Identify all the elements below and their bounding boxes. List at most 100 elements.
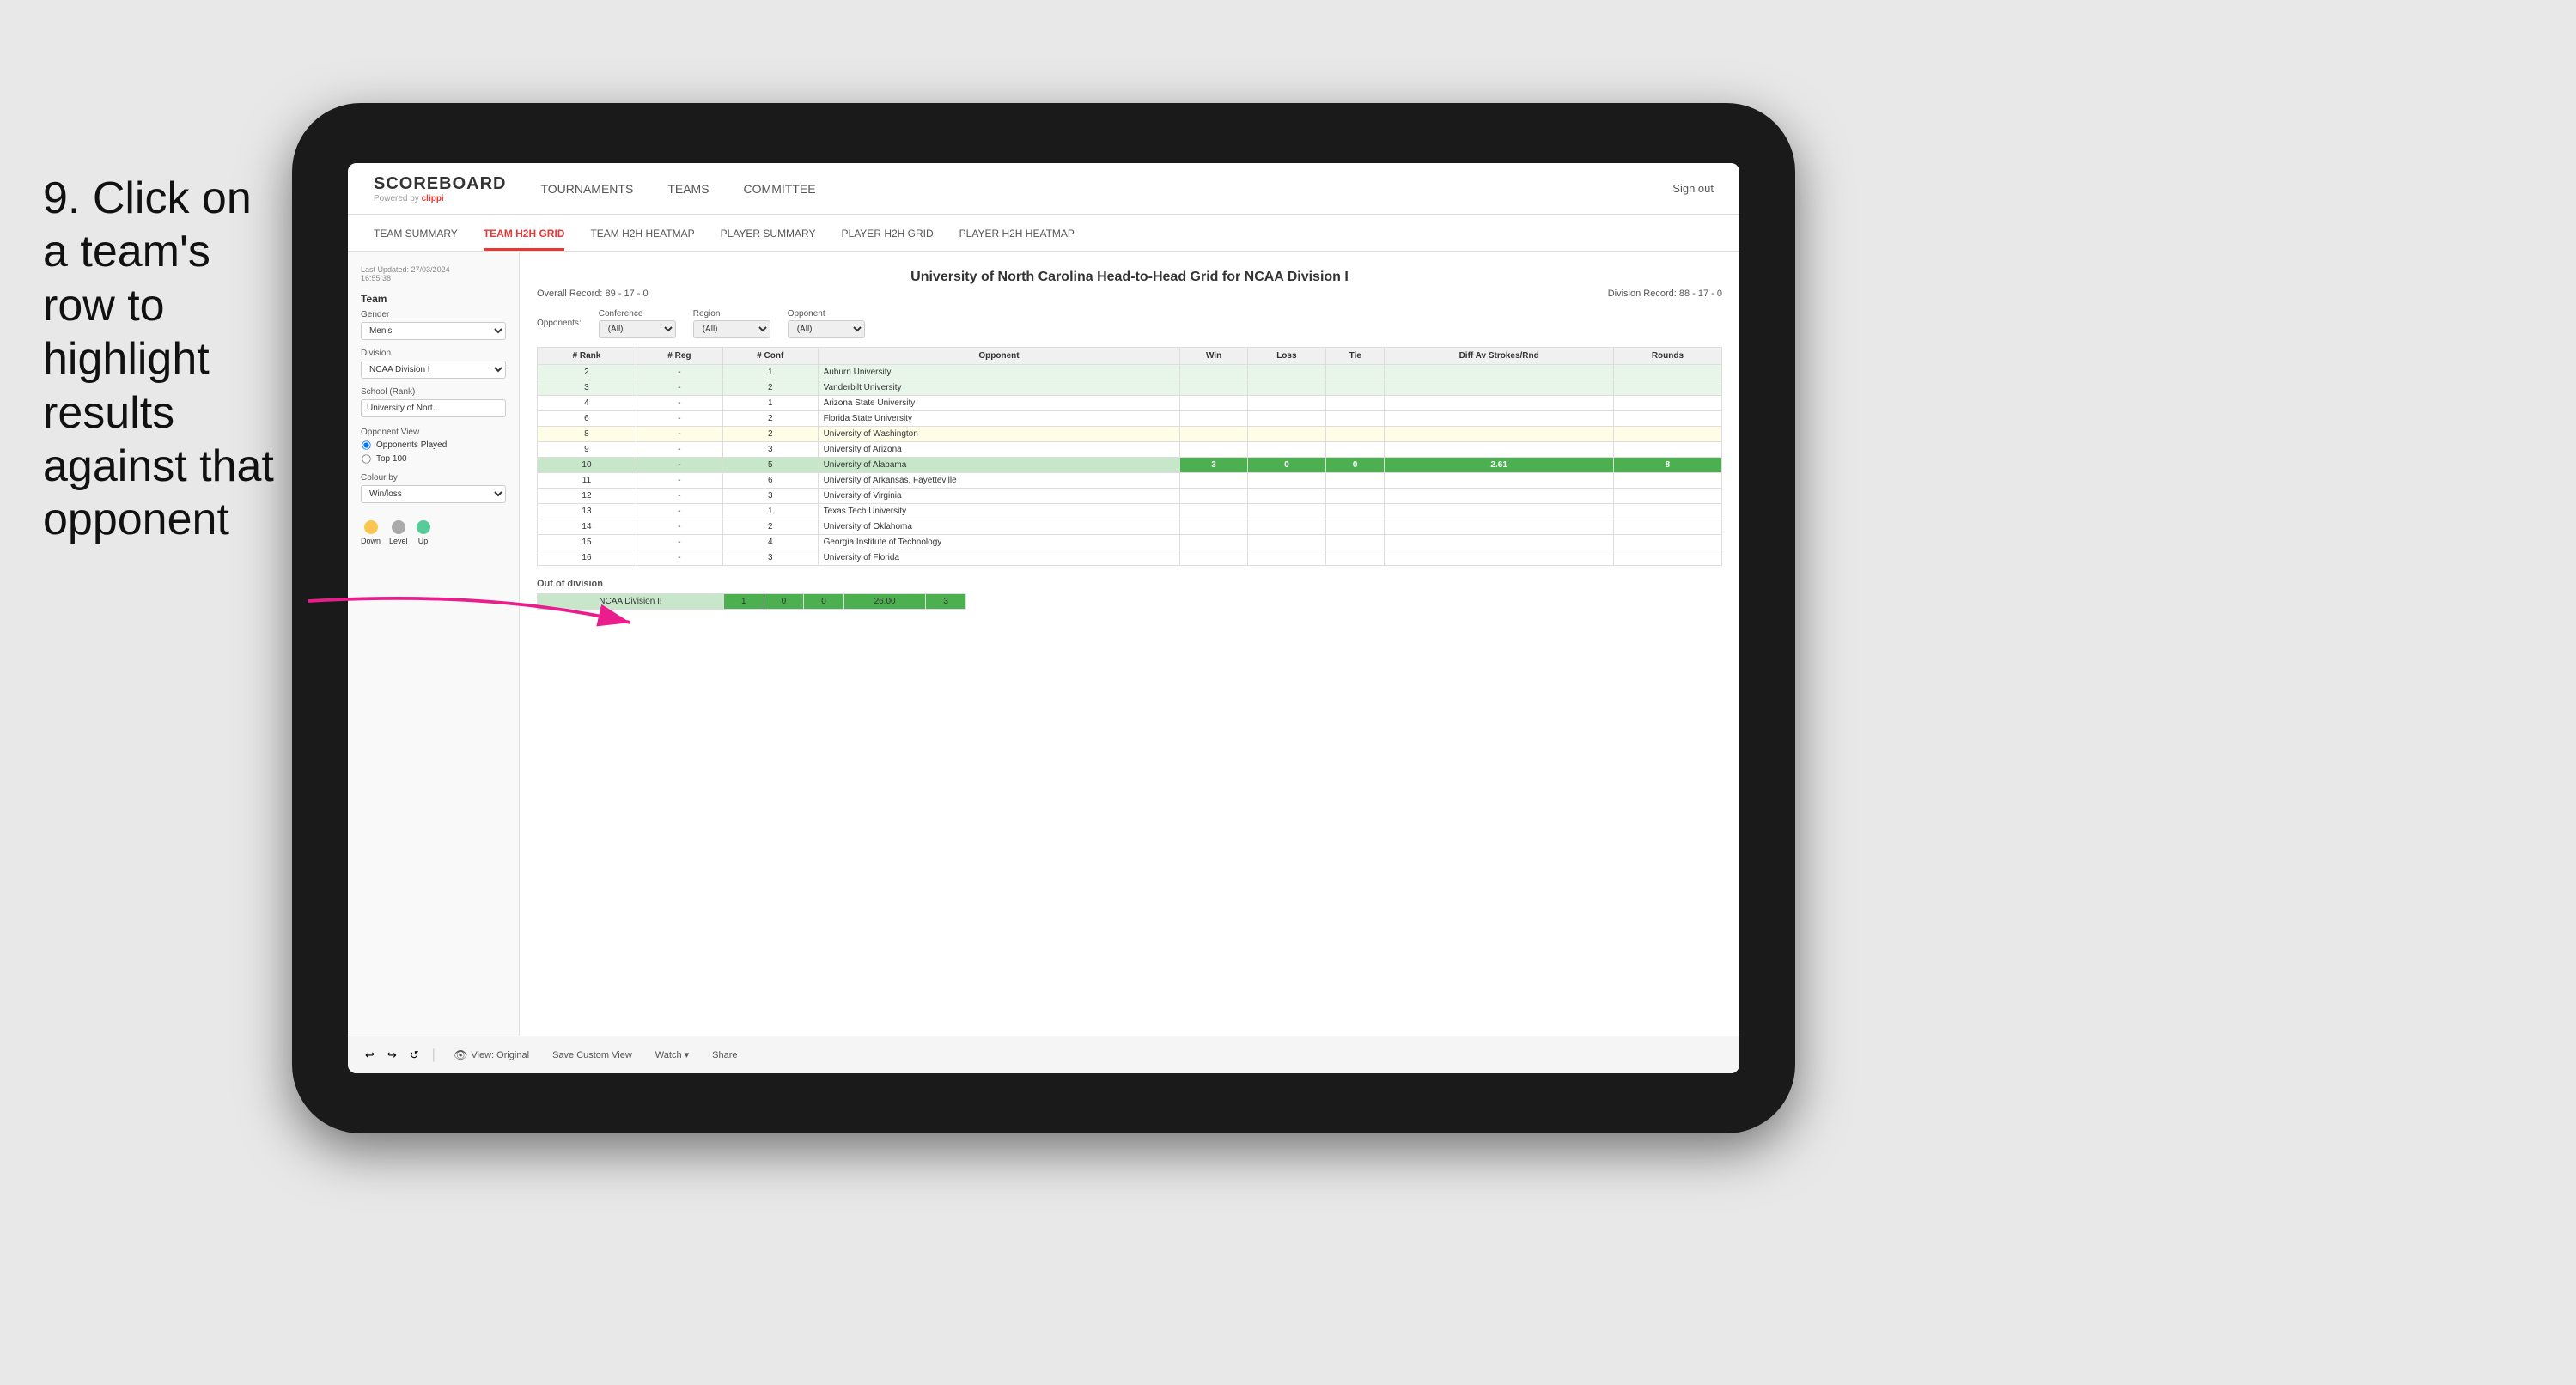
table-row[interactable]: 8-2University of Washington	[538, 427, 1722, 442]
cell-tie	[1325, 519, 1384, 535]
cell-rank: 13	[538, 504, 636, 519]
cell-diff: 2.61	[1385, 458, 1613, 473]
table-row[interactable]: 10-5University of Alabama3002.618	[538, 458, 1722, 473]
th-conf: # Conf	[722, 348, 818, 365]
cell-loss	[1247, 365, 1325, 380]
radio-input-opponents-played[interactable]	[362, 440, 370, 449]
th-opponent-label: Opponent	[978, 351, 1019, 361]
cell-tie	[1325, 550, 1384, 566]
table-row[interactable]: 6-2Florida State University	[538, 411, 1722, 427]
region-filter-select[interactable]: (All)	[693, 320, 770, 338]
cell-reg: -	[636, 489, 722, 504]
table-row[interactable]: 9-3University of Arizona	[538, 442, 1722, 458]
sub-nav-player-h2h-grid[interactable]: PLAYER H2H GRID	[842, 228, 934, 251]
table-row[interactable]: 2-1Auburn University	[538, 365, 1722, 380]
sub-nav-player-h2h-heatmap[interactable]: PLAYER H2H HEATMAP	[959, 228, 1075, 251]
legend-label-level: Level	[389, 537, 408, 545]
opponent-filter-select[interactable]: (All)	[788, 320, 865, 338]
table-row[interactable]: 13-1Texas Tech University	[538, 504, 1722, 519]
cell-reg: -	[636, 427, 722, 442]
table-row[interactable]: 11-6University of Arkansas, Fayetteville	[538, 473, 1722, 489]
radio-top-100[interactable]: Top 100	[361, 453, 506, 465]
cell-win	[1180, 519, 1247, 535]
save-custom-view-btn[interactable]: Save Custom View	[547, 1048, 637, 1063]
cell-tie	[1325, 411, 1384, 427]
table-row[interactable]: 15-4Georgia Institute of Technology	[538, 535, 1722, 550]
cell-rank: 2	[538, 365, 636, 380]
cell-opponent: University of Virginia	[818, 489, 1180, 504]
out-of-division-row[interactable]: NCAA Division II 1 0 0 26.00 3	[538, 594, 966, 610]
cell-loss	[1247, 380, 1325, 396]
cell-rank: 10	[538, 458, 636, 473]
grid-area: University of North Carolina Head-to-Hea…	[520, 252, 1739, 1036]
cell-reg: -	[636, 535, 722, 550]
cell-win	[1180, 411, 1247, 427]
table-row[interactable]: 14-2University of Oklahoma	[538, 519, 1722, 535]
cell-tie	[1325, 427, 1384, 442]
brand-name: clippi	[422, 194, 444, 203]
region-filter-label: Region	[693, 309, 770, 319]
legend-down: Down	[361, 520, 381, 545]
table-row[interactable]: 12-3University of Virginia	[538, 489, 1722, 504]
nav-tournaments[interactable]: TOURNAMENTS	[540, 178, 633, 200]
cell-opponent: University of Florida	[818, 550, 1180, 566]
share-btn[interactable]: Share	[707, 1048, 742, 1063]
sidebar-division-label: Division	[361, 349, 506, 358]
table-row[interactable]: 3-2Vanderbilt University	[538, 380, 1722, 396]
sidebar: Last Updated: 27/03/2024 16:55:38 Team G…	[348, 252, 520, 1036]
sub-nav-team-h2h-heatmap[interactable]: TEAM H2H HEATMAP	[590, 228, 694, 251]
cell-rounds	[1613, 550, 1721, 566]
conference-filter-select[interactable]: (All)	[599, 320, 676, 338]
cell-win	[1180, 504, 1247, 519]
separator-1: |	[432, 1048, 435, 1063]
cell-reg: -	[636, 411, 722, 427]
cell-diff	[1385, 380, 1613, 396]
sidebar-school-label: School (Rank)	[361, 387, 506, 397]
watch-btn[interactable]: Watch ▾	[650, 1047, 694, 1063]
th-win: Win	[1180, 348, 1247, 365]
cell-tie	[1325, 380, 1384, 396]
cell-rank: 4	[538, 396, 636, 411]
th-tie-label: Tie	[1349, 351, 1361, 361]
table-body: 2-1Auburn University3-2Vanderbilt Univer…	[538, 365, 1722, 566]
sidebar-colour-by-label: Colour by	[361, 473, 506, 483]
nav-teams[interactable]: TEAMS	[667, 178, 709, 200]
table-header-row: # Rank # Reg # Conf Opponent	[538, 348, 1722, 365]
table-row[interactable]: 4-1Arizona State University	[538, 396, 1722, 411]
cell-conf: 2	[722, 380, 818, 396]
out-of-div-rounds: 3	[926, 594, 966, 610]
last-updated-date: Last Updated: 27/03/2024	[361, 265, 450, 274]
th-rounds-label: Rounds	[1652, 351, 1684, 361]
th-reg-label: # Reg	[667, 351, 691, 361]
radio-input-top-100[interactable]	[362, 454, 370, 463]
cell-win	[1180, 396, 1247, 411]
th-tie: Tie	[1325, 348, 1384, 365]
cell-opponent: Arizona State University	[818, 396, 1180, 411]
sub-nav-team-summary[interactable]: TEAM SUMMARY	[374, 228, 458, 251]
cell-opponent: University of Arkansas, Fayetteville	[818, 473, 1180, 489]
sidebar-division-select[interactable]: NCAA Division I	[361, 361, 506, 379]
cell-diff	[1385, 489, 1613, 504]
table-row[interactable]: 16-3University of Florida	[538, 550, 1722, 566]
radio-opponents-played[interactable]: Opponents Played	[361, 440, 506, 451]
sub-nav-player-summary[interactable]: PLAYER SUMMARY	[721, 228, 816, 251]
cell-conf: 1	[722, 504, 818, 519]
cell-loss: 0	[1247, 458, 1325, 473]
sub-nav-team-h2h-grid[interactable]: TEAM H2H GRID	[484, 228, 565, 251]
cell-rank: 8	[538, 427, 636, 442]
sidebar-school-value[interactable]: University of Nort...	[361, 399, 506, 417]
cell-opponent: University of Alabama	[818, 458, 1180, 473]
nav-committee[interactable]: COMMITTEE	[744, 178, 816, 200]
cell-conf: 2	[722, 519, 818, 535]
sign-out-link[interactable]: Sign out	[1672, 182, 1714, 195]
eye-icon: 👁	[454, 1048, 468, 1062]
cell-opponent: Texas Tech University	[818, 504, 1180, 519]
view-original-btn[interactable]: 👁 View: Original	[448, 1046, 534, 1065]
th-reg: # Reg	[636, 348, 722, 365]
sidebar-colour-by-select[interactable]: Win/loss	[361, 485, 506, 503]
cell-rounds: 8	[1613, 458, 1721, 473]
sidebar-gender-select[interactable]: Men's	[361, 322, 506, 340]
cell-win	[1180, 380, 1247, 396]
out-of-div-loss: 0	[764, 594, 804, 610]
undo-icon: ↩	[365, 1048, 375, 1062]
